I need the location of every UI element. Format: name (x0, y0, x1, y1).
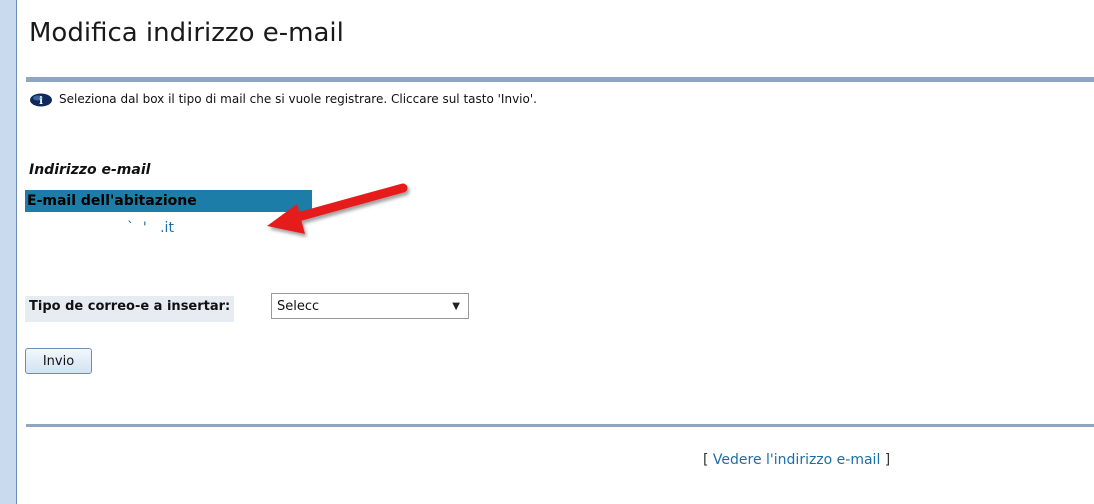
footer-bracket-close: ] (884, 452, 891, 468)
footer-bracket-open: [ (703, 452, 709, 468)
page-title: Modifica indirizzo e-mail (29, 18, 344, 48)
bottom-divider (26, 424, 1094, 427)
top-divider (26, 77, 1094, 82)
email-type-select-value: Selecc (277, 298, 320, 314)
view-email-link[interactable]: Vedere l'indirizzo e-mail (713, 452, 880, 468)
email-section-heading: Indirizzo e-mail (29, 162, 151, 178)
info-message-row: i Seleziona dal box il tipo di mail che … (29, 92, 537, 107)
annotation-arrow-icon (267, 183, 408, 234)
chevron-down-icon: ▼ (452, 300, 460, 312)
invio-button[interactable]: Invio (25, 348, 92, 374)
svg-text:i: i (39, 96, 43, 107)
info-message-text: Seleziona dal box il tipo di mail che si… (59, 92, 537, 106)
email-type-select[interactable]: Selecc ▼ (271, 293, 469, 319)
email-type-label: Tipo de correo-e a insertar: (25, 296, 235, 322)
main-content-panel: Modifica indirizzo e-mail i Seleziona da… (16, 0, 1094, 504)
footer-link-row: [ Vedere l'indirizzo e-mail ] (703, 452, 890, 468)
info-icon: i (29, 92, 53, 107)
email-address-value: ` ' .it (127, 220, 174, 236)
